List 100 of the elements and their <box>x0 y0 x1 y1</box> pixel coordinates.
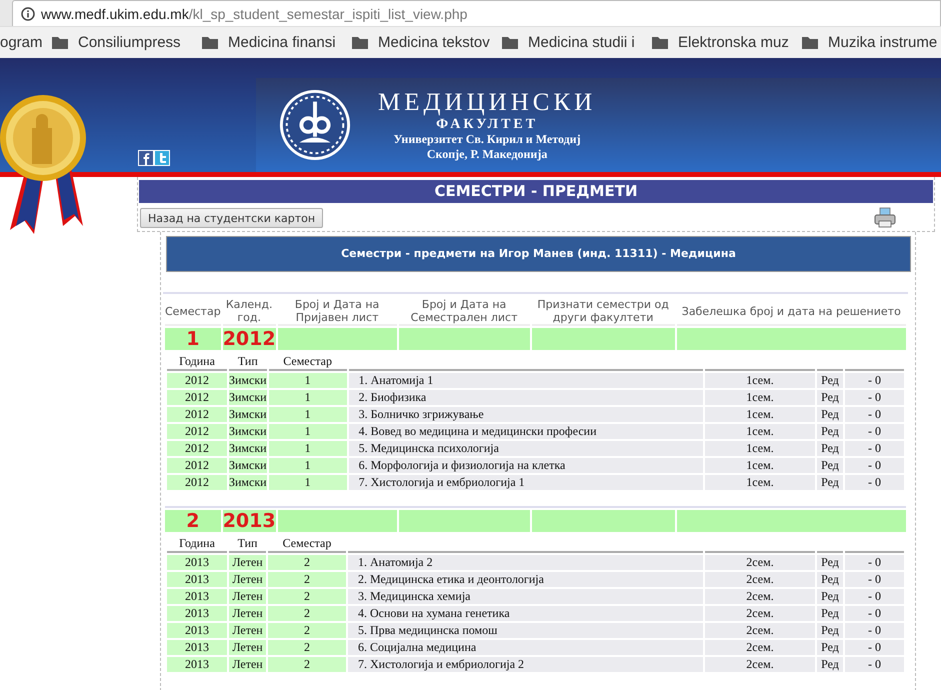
table-cell: 4. Основи на хумана генетика <box>348 606 703 621</box>
address-field[interactable]: www.medf.ukim.edu.mk/kl_sp_student_semestar_ispiti_list_view.php <box>12 0 941 26</box>
table-cell: Летен <box>229 623 266 638</box>
table-cell: Летен <box>229 572 266 587</box>
table-cell: Ред <box>817 441 843 456</box>
bookmark-item[interactable]: Muzika instrume <box>802 34 941 51</box>
table-cell: 2013 <box>167 572 227 587</box>
table-cell: Ред <box>817 555 843 570</box>
student-heading: Семестри - предмети на Игор Манев (инд. 11311) - Медицина <box>166 236 911 272</box>
table-cell: 2012 <box>167 458 227 473</box>
table-cell: - 0 <box>845 424 904 439</box>
table-cell: 2 <box>268 572 346 587</box>
table-cell: 2сем. <box>705 606 815 621</box>
table-cell: 1 <box>268 373 347 388</box>
logo-icon <box>278 88 352 162</box>
column-header: Семестар <box>268 536 346 553</box>
table-cell: 2сем. <box>705 657 815 672</box>
facebook-icon[interactable] <box>138 150 154 166</box>
table-cell: 6. Социјална медицина <box>348 640 703 655</box>
table-cell: 1 <box>268 441 347 456</box>
bookmark-item[interactable]: Medicina studii i <box>502 34 652 51</box>
table-cell: 3. Медицинска хемија <box>348 589 703 604</box>
column-header: Година <box>167 536 227 553</box>
bookmark-item[interactable]: Consiliumpress <box>52 34 202 51</box>
column-header: Календ. год. <box>222 296 276 326</box>
university-city: Скопје, Р. Македонија <box>426 146 548 162</box>
bookmark-item[interactable]: ogram <box>0 34 52 51</box>
table-cell: 2сем. <box>705 572 815 587</box>
table-cell: Летен <box>229 606 266 621</box>
table-cell: - 0 <box>845 657 904 672</box>
column-header: Семестар <box>268 354 347 371</box>
table-cell: 3. Болничко згрижување <box>348 407 703 422</box>
table-cell: Ред <box>817 623 843 638</box>
table-cell: 2012 <box>167 475 227 490</box>
faculty-title: МЕДИЦИНСКИ <box>378 88 596 116</box>
table-cell: Зимски <box>229 373 267 388</box>
table-cell: 2 <box>268 623 346 638</box>
column-header: Тип <box>229 354 267 371</box>
table-cell: Ред <box>817 407 843 422</box>
table-cell: 4. Вовед во медицина и медицински професии <box>348 424 703 439</box>
bookmark-item[interactable]: Medicina tekstov <box>352 34 502 51</box>
table-cell: Зимски <box>229 475 267 490</box>
table-cell: 2013 <box>167 606 227 621</box>
table-cell: Зимски <box>229 441 267 456</box>
table-cell: 1 <box>268 458 347 473</box>
table-cell: 1. Анатомија 1 <box>348 373 703 388</box>
semester-number: 1 <box>165 328 221 350</box>
table-cell: 1 <box>268 407 347 422</box>
bookmark-item[interactable]: Elektronska muz <box>652 34 802 51</box>
bookmark-item[interactable]: Medicina finansi <box>202 34 352 51</box>
table-cell: 1сем. <box>705 390 815 405</box>
university-name: Универзитет Св. Кирил и Методиј <box>392 132 582 146</box>
table-cell: Летен <box>229 589 266 604</box>
table-cell: - 0 <box>845 373 904 388</box>
table-cell: 2013 <box>167 623 227 638</box>
semester-year: 2013 <box>222 510 276 532</box>
column-header: Број и Дата на Семестрален лист <box>398 296 530 326</box>
table-cell: 2. Медицинска етика и деонтологија <box>348 572 703 587</box>
table-cell: 2013 <box>167 555 227 570</box>
table-cell: 5. Медицинска психологија <box>348 441 703 456</box>
table-cell: 2012 <box>167 441 227 456</box>
table-cell: 6. Морфологија и физиологија на клетка <box>348 458 703 473</box>
back-button[interactable]: Назад на студентски картон <box>140 208 324 228</box>
info-icon[interactable] <box>21 6 35 20</box>
table-cell: - 0 <box>845 555 904 570</box>
column-header: Забелешка број и дата на решението <box>676 296 906 326</box>
table-cell: 2013 <box>167 589 227 604</box>
table-cell: 1сем. <box>705 458 815 473</box>
table-cell: 2 <box>268 589 346 604</box>
table-cell: Ред <box>817 424 843 439</box>
table-cell: 1. Анатомија 2 <box>348 555 703 570</box>
table-cell: - 0 <box>845 407 904 422</box>
table-cell: 1сем. <box>705 424 815 439</box>
table-cell: 2 <box>268 606 346 621</box>
table-cell: Ред <box>817 373 843 388</box>
table-cell: 1 <box>268 475 347 490</box>
table-cell: Зимски <box>229 407 267 422</box>
table-cell: 7. Хистологија и ембриологија 1 <box>348 475 703 490</box>
table-cell: Ред <box>817 572 843 587</box>
table-cell: 2 <box>268 657 346 672</box>
table-cell: 5. Прва медицинска помош <box>348 623 703 638</box>
table-cell: 2012 <box>167 407 227 422</box>
table-cell: 2012 <box>167 424 227 439</box>
column-header: Година <box>167 354 227 371</box>
table-cell: Зимски <box>229 424 267 439</box>
column-header: Семестар <box>165 296 221 326</box>
page-title: СЕМЕСТРИ - ПРЕДМЕТИ <box>139 179 933 203</box>
table-cell: 2012 <box>167 390 227 405</box>
table-cell: 2013 <box>167 640 227 655</box>
table-cell: - 0 <box>845 623 904 638</box>
table-cell: Ред <box>817 475 843 490</box>
table-cell: 2сем. <box>705 589 815 604</box>
table-cell: 1 <box>268 424 347 439</box>
semester-number: 2 <box>165 510 221 532</box>
table-cell: 2. Биофизика <box>348 390 703 405</box>
column-header: Признати семестри од други факултети <box>532 296 675 326</box>
printer-icon[interactable] <box>873 207 897 229</box>
semester-year: 2012 <box>222 328 276 350</box>
table-cell: Ред <box>817 606 843 621</box>
table-cell: Летен <box>229 555 266 570</box>
